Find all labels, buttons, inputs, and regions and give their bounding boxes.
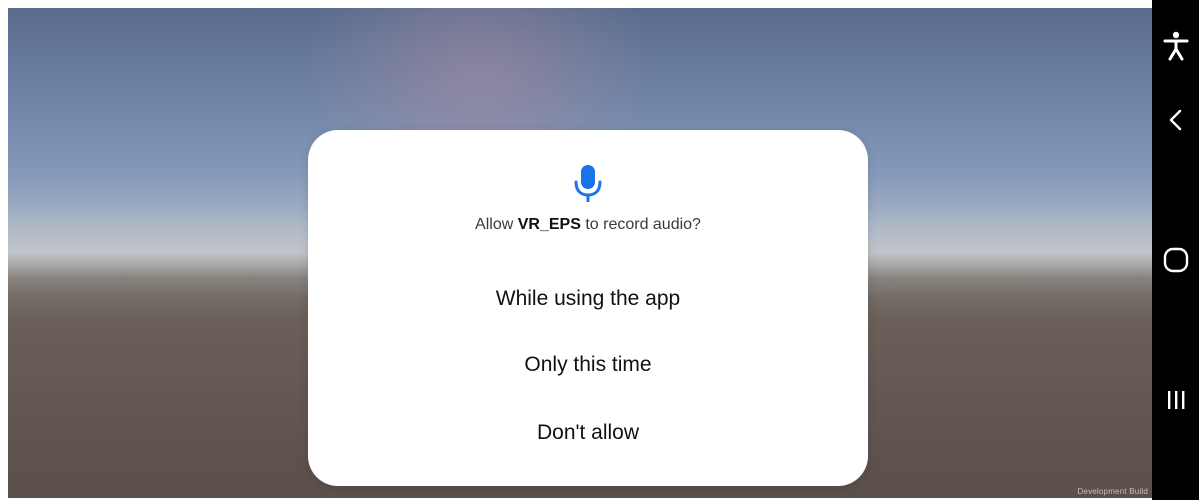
audio-permission-dialog: Allow VR_EPS to record audio? While usin… bbox=[308, 130, 868, 486]
app-name: VR_EPS bbox=[517, 216, 581, 233]
microphone-icon bbox=[574, 165, 602, 202]
prompt-prefix: Allow bbox=[475, 216, 518, 233]
accessibility-button[interactable] bbox=[1152, 26, 1199, 66]
navigation-bar bbox=[1152, 0, 1199, 500]
recent-apps-button[interactable] bbox=[1152, 380, 1199, 420]
back-button[interactable] bbox=[1152, 100, 1199, 140]
home-icon bbox=[1163, 247, 1188, 273]
development-build-watermark: Development Build bbox=[1077, 487, 1148, 496]
back-icon bbox=[1169, 109, 1181, 131]
permission-prompt: Allow VR_EPS to record audio? bbox=[308, 216, 868, 234]
prompt-suffix: to record audio? bbox=[580, 216, 701, 233]
while-using-app-button[interactable]: While using the app bbox=[348, 277, 828, 321]
screen: Development Build Allow VR_EPS to record… bbox=[0, 0, 1199, 500]
only-this-time-button[interactable]: Only this time bbox=[348, 343, 828, 387]
accessibility-icon bbox=[1163, 31, 1188, 61]
recent-apps-icon bbox=[1167, 391, 1184, 409]
home-button[interactable] bbox=[1152, 240, 1199, 280]
dont-allow-button[interactable]: Don't allow bbox=[348, 411, 828, 455]
